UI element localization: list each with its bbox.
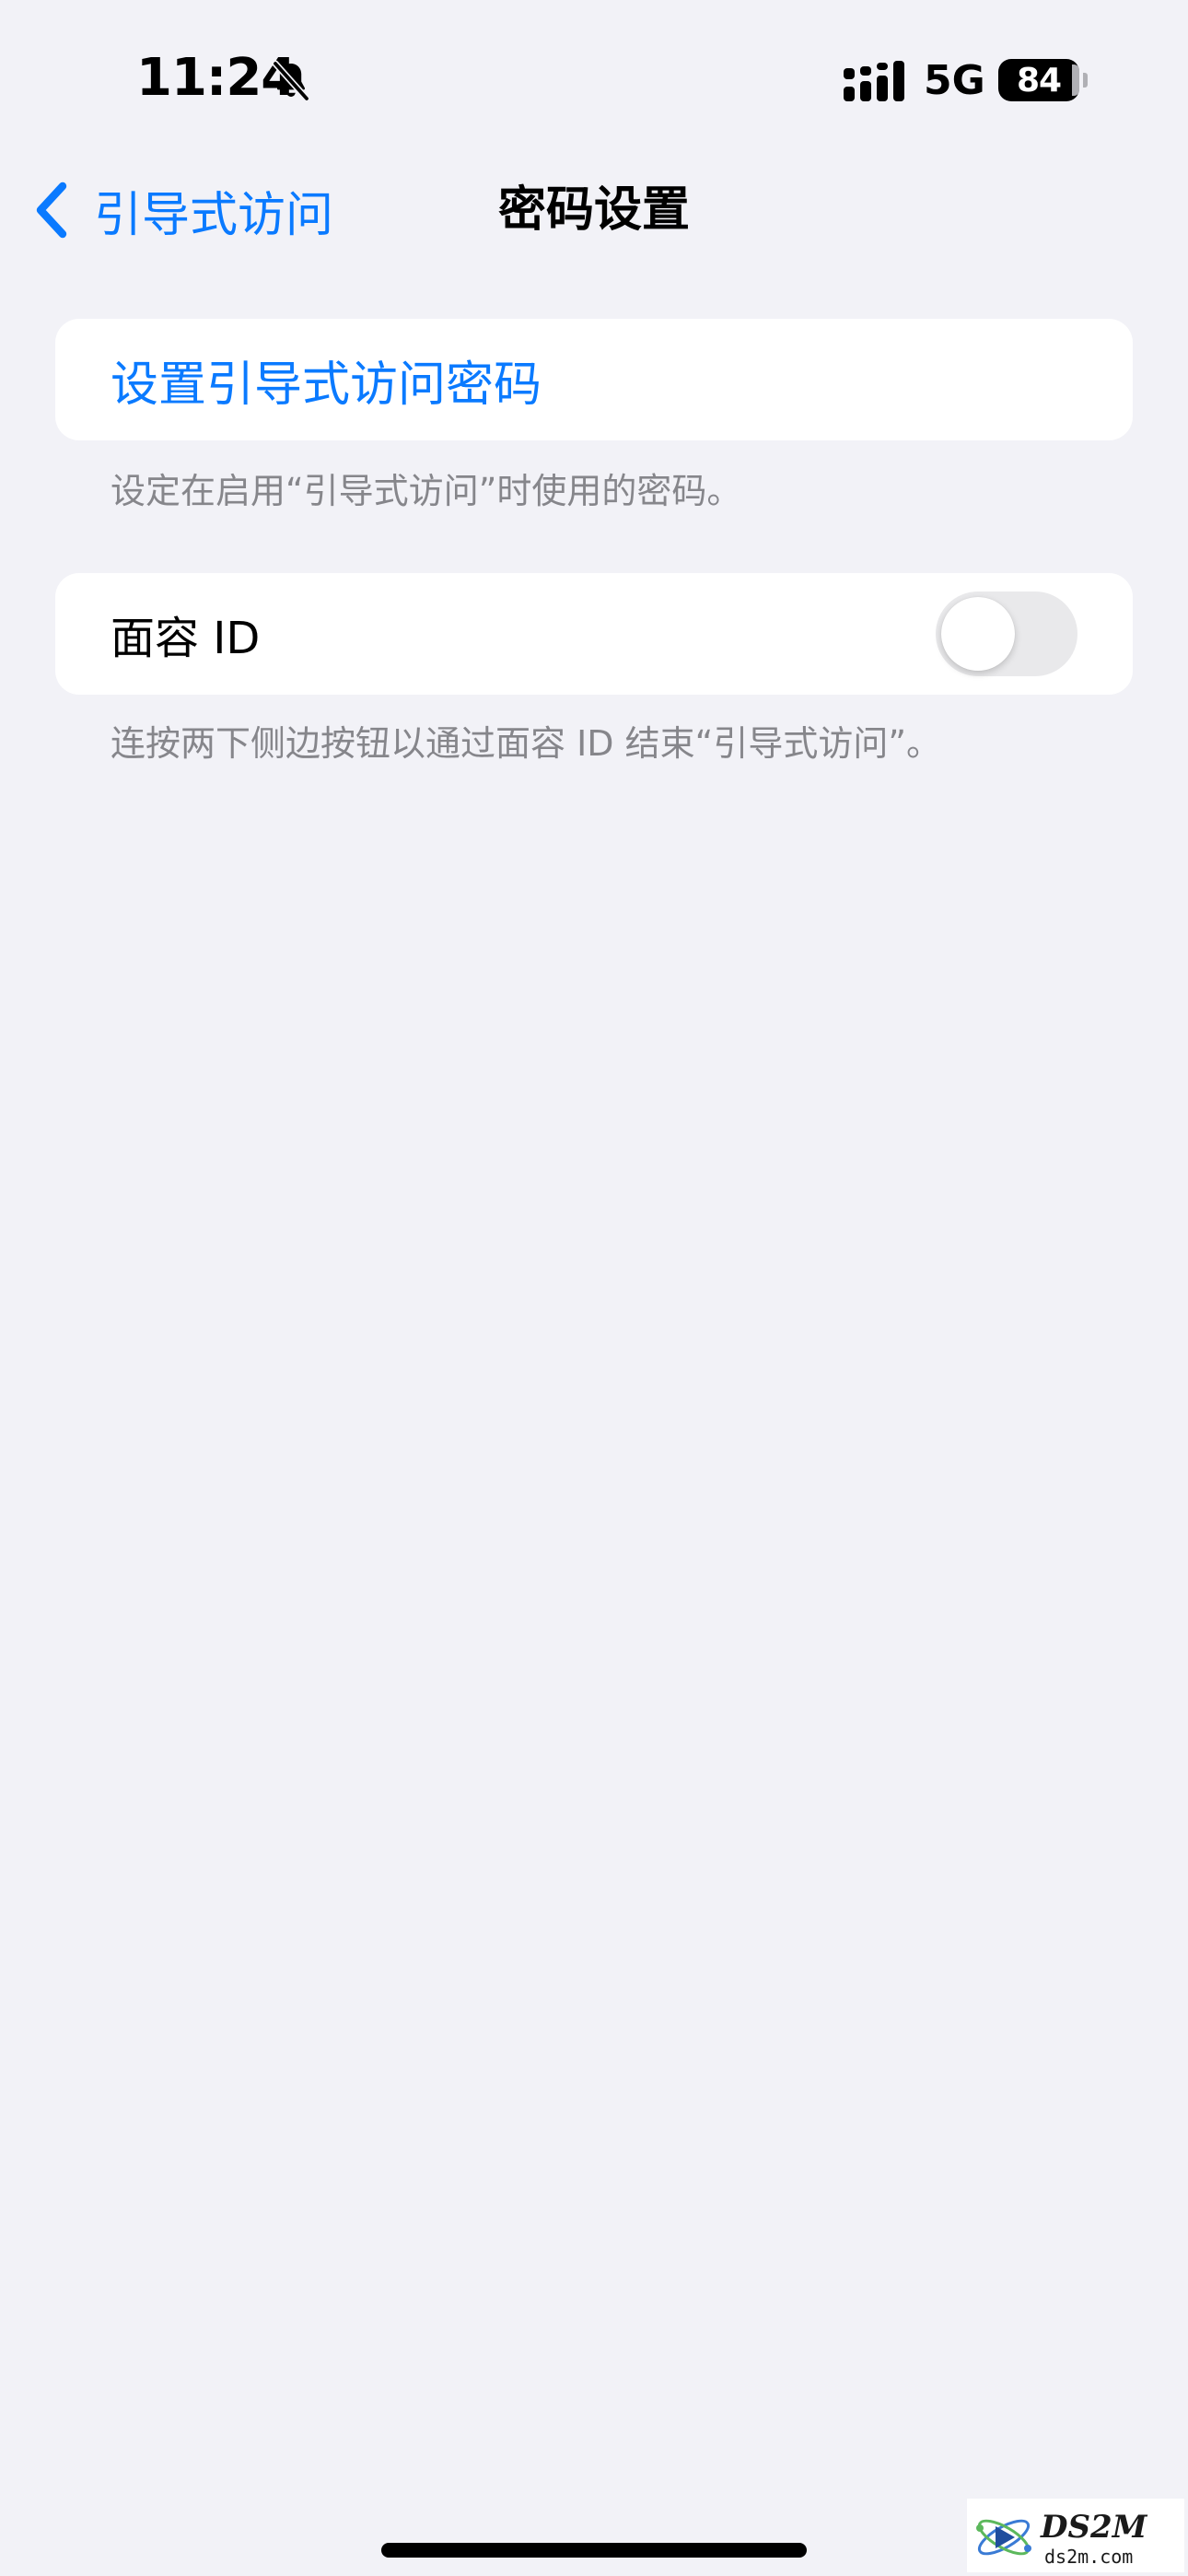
ds2m-watermark-logo: DS2M ds2m.com: [967, 2499, 1184, 2572]
face-id-settings-group: 面容 ID: [55, 573, 1133, 695]
face-id-footer-note: 连按两下侧边按钮以通过面容 ID 结束“引导式访问”。: [111, 723, 942, 764]
face-id-label: 面容 ID: [111, 613, 261, 664]
network-type-label: 5G: [924, 57, 985, 104]
battery-icon: 84: [998, 59, 1079, 101]
passcode-settings-group: 设置引导式访问密码: [55, 319, 1133, 440]
battery-level: 84: [1016, 61, 1062, 100]
battery-empty-segment: [1072, 64, 1079, 96]
status-bar: 11:24 5G 84: [0, 0, 1188, 157]
page-title: 密码设置: [497, 182, 690, 238]
set-passcode-button[interactable]: 设置引导式访问密码: [111, 345, 542, 415]
home-indicator[interactable]: [381, 2543, 807, 2558]
bell-slash-icon: [272, 60, 310, 102]
face-id-toggle[interactable]: [936, 591, 1077, 676]
watermark-domain: ds2m.com: [1044, 2546, 1133, 2568]
passcode-footer-note: 设定在启用“引导式访问”时使用的密码。: [111, 471, 742, 511]
cellular-signal-icon: [844, 61, 904, 101]
watermark-brand: DS2M: [1040, 2509, 1148, 2546]
battery-tip: [1083, 73, 1088, 88]
toggle-knob: [941, 597, 1015, 671]
